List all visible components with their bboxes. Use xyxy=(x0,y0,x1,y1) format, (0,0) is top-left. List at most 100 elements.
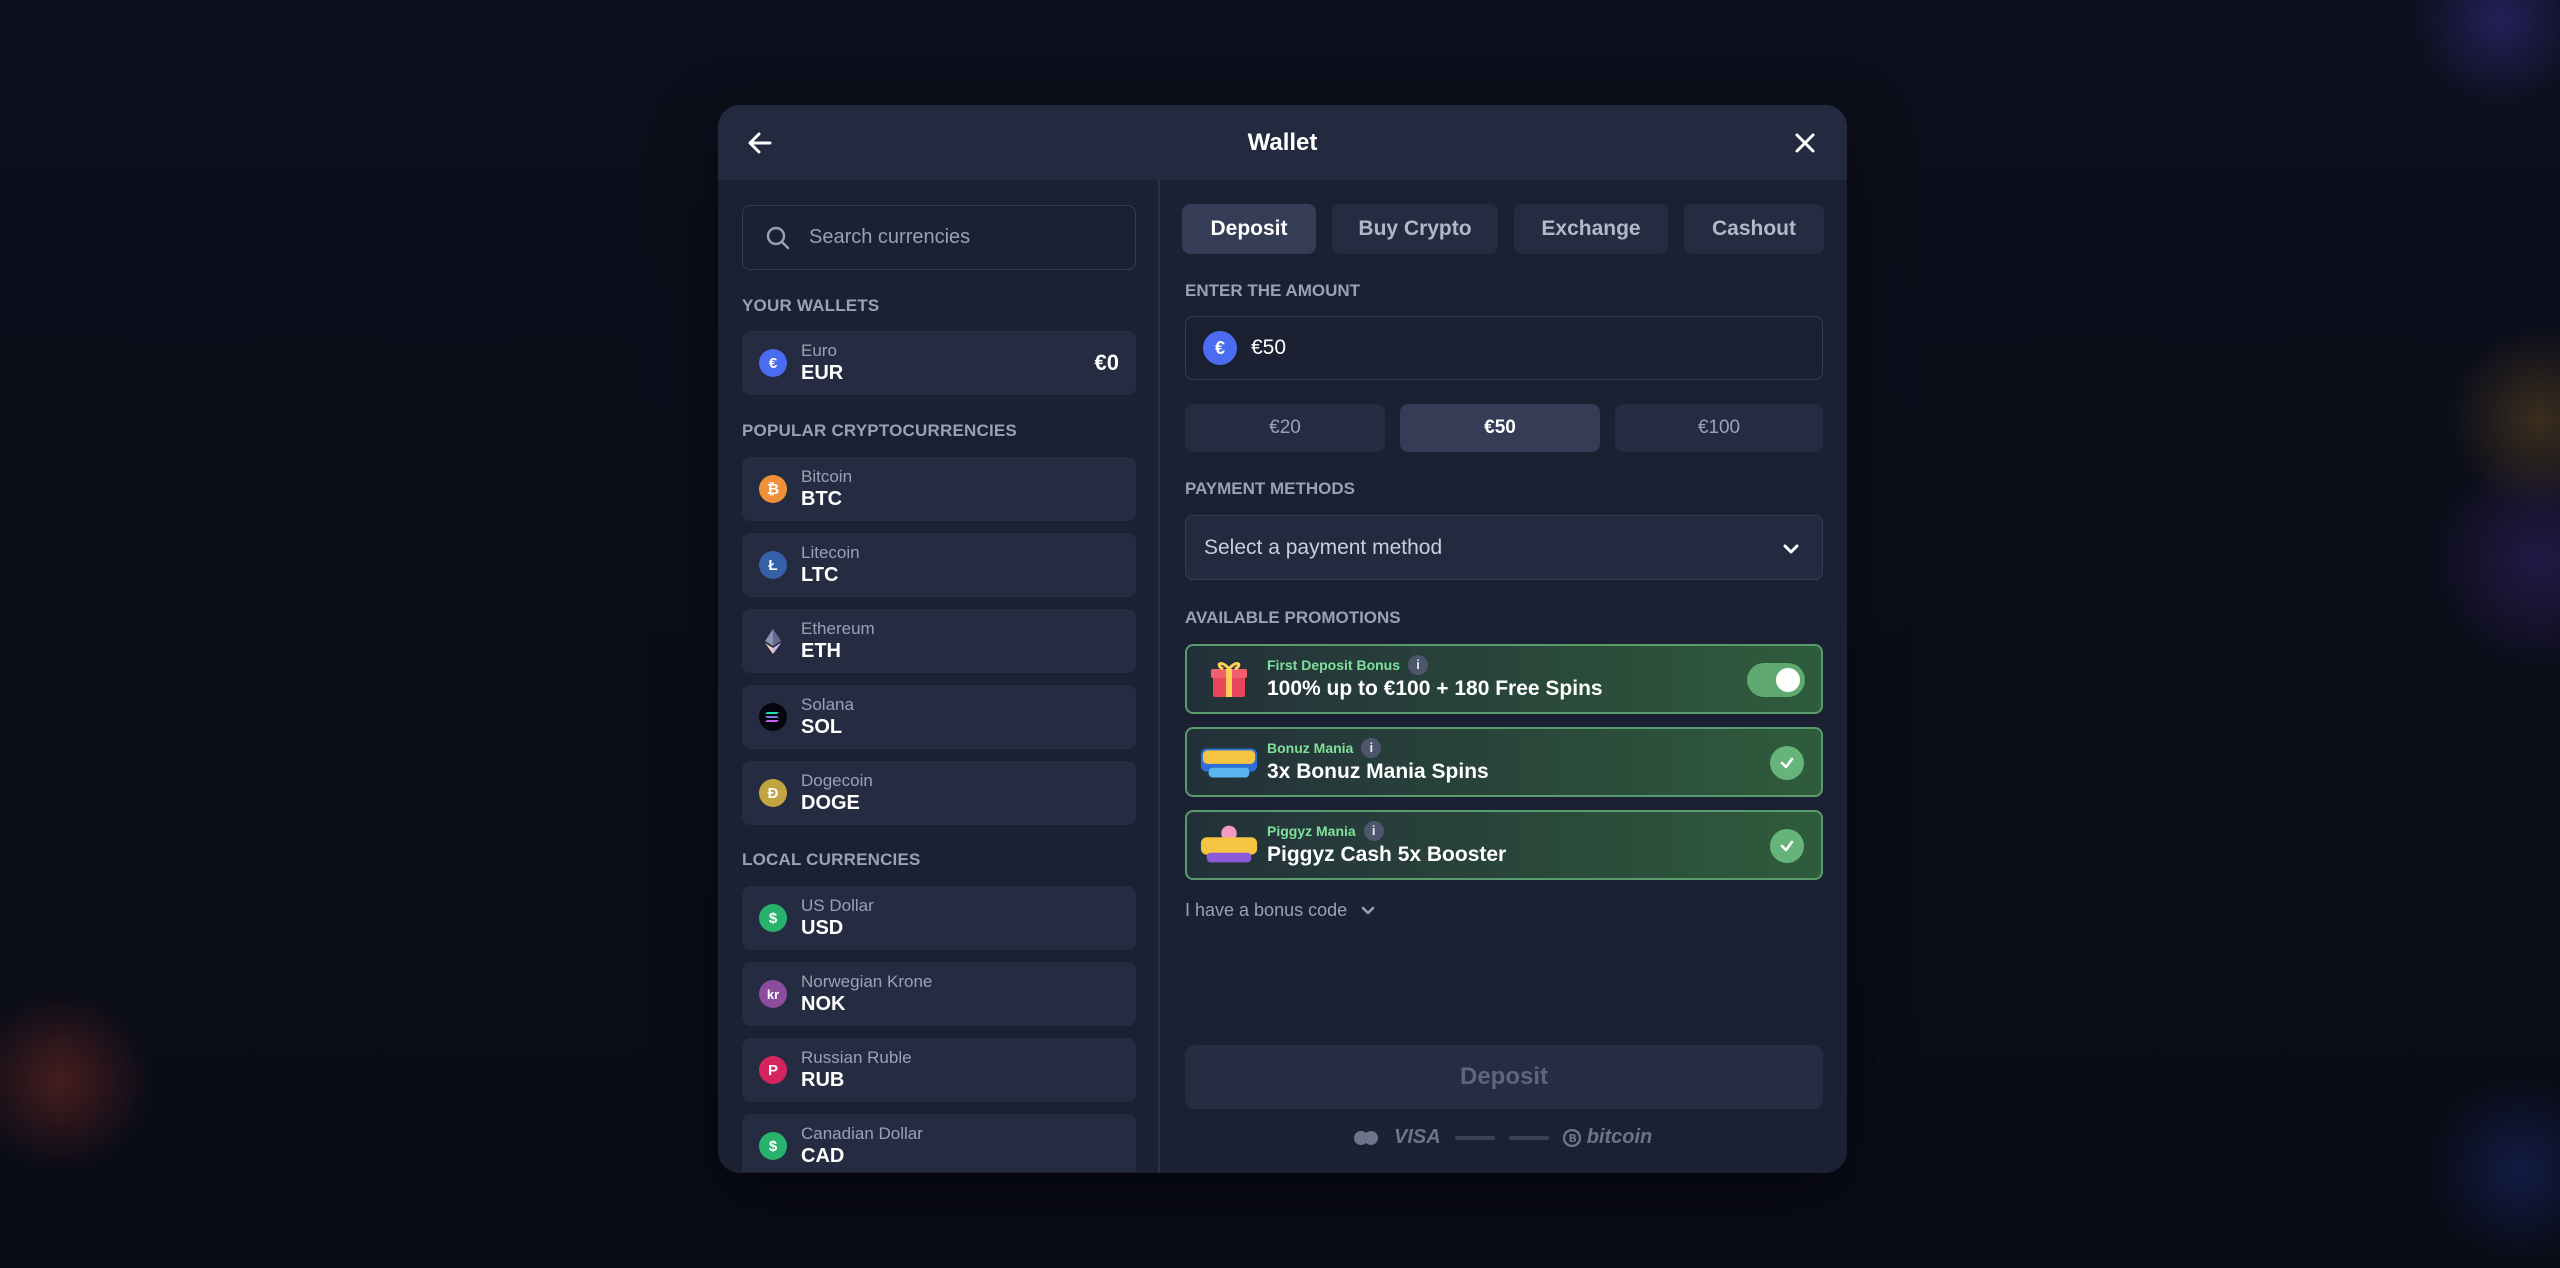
currency-name: Norwegian Krone xyxy=(801,971,933,991)
promo-piggyz-mania: Piggyz Mania i Piggyz Cash 5x Booster xyxy=(1185,810,1823,880)
bonus-code-toggle[interactable]: I have a bonus code xyxy=(1185,900,1377,921)
modal-header: Wallet xyxy=(718,105,1847,180)
back-arrow-icon[interactable] xyxy=(744,127,776,159)
promo-title: Piggyz Cash 5x Booster xyxy=(1267,843,1507,867)
chevron-down-icon xyxy=(1783,544,1799,554)
currency-item-eth[interactable]: Ethereum ETH xyxy=(742,609,1136,673)
litecoin-icon: Ł xyxy=(759,551,787,579)
local-currencies-heading: LOCAL CURRENCIES xyxy=(742,850,921,869)
promo-toggle[interactable] xyxy=(1747,663,1805,697)
currency-name: Bitcoin xyxy=(801,466,853,486)
promo-bonuz-mania: Bonuz Mania i 3x Bonuz Mania Spins xyxy=(1185,727,1823,797)
currency-code: EUR xyxy=(801,362,844,385)
tab-buy-crypto[interactable]: Buy Crypto xyxy=(1332,204,1498,254)
promotions-label: AVAILABLE PROMOTIONS xyxy=(1185,608,1401,627)
currency-name: Litecoin xyxy=(801,542,860,562)
dollar-icon: $ xyxy=(759,904,787,932)
currency-name: US Dollar xyxy=(801,895,874,915)
payment-logo-faint xyxy=(1508,1135,1549,1140)
promo-tag: First Deposit Bonus xyxy=(1267,657,1401,674)
promo-title: 100% up to €100 + 180 Free Spins xyxy=(1267,677,1603,701)
amount-value: €50 xyxy=(1251,336,1287,359)
bonus-code-label: I have a bonus code xyxy=(1185,900,1348,920)
svg-text:B: B xyxy=(1568,1132,1576,1145)
currency-code: USD xyxy=(801,917,844,940)
piggyz-mania-logo-icon xyxy=(1199,815,1259,875)
promo-tag: Piggyz Mania xyxy=(1267,823,1356,840)
your-wallets-heading: YOUR WALLETS xyxy=(742,296,880,315)
promo-check[interactable] xyxy=(1770,829,1804,863)
chevron-down-icon xyxy=(1361,906,1375,914)
quick-amount-50[interactable]: €50 xyxy=(1400,404,1600,452)
tab-cashout[interactable]: Cashout xyxy=(1684,204,1824,254)
euro-icon: € xyxy=(759,349,787,377)
currency-code: DOGE xyxy=(801,792,860,815)
close-icon[interactable] xyxy=(1791,129,1819,157)
column-divider xyxy=(1158,180,1160,1173)
payment-logo-faint xyxy=(1454,1135,1495,1140)
tab-exchange[interactable]: Exchange xyxy=(1514,204,1668,254)
currency-name: Solana xyxy=(801,694,854,714)
payment-methods-label: PAYMENT METHODS xyxy=(1185,479,1356,498)
currency-name: Canadian Dollar xyxy=(801,1123,923,1143)
promo-title: 3x Bonuz Mania Spins xyxy=(1267,760,1489,784)
visa-logo: VISA xyxy=(1394,1126,1441,1148)
dollar-icon: $ xyxy=(759,1132,787,1160)
search-icon xyxy=(766,226,790,249)
quick-amount-20[interactable]: €20 xyxy=(1185,404,1385,452)
dogecoin-icon: Ð xyxy=(759,779,787,807)
currency-item-btc[interactable]: ₿ Bitcoin BTC xyxy=(742,457,1136,521)
currency-name: Dogecoin xyxy=(801,770,873,790)
currency-code: CAD xyxy=(801,1145,845,1168)
checkmark-icon xyxy=(1780,840,1794,852)
payment-method-select[interactable]: Select a payment method xyxy=(1185,515,1823,580)
tab-deposit[interactable]: Deposit xyxy=(1182,204,1316,254)
bitcoin-wordmark: bitcoin xyxy=(1586,1126,1653,1148)
quick-amount-100[interactable]: €100 xyxy=(1615,404,1823,452)
wallet-item-eur[interactable]: € Euro EUR €0 xyxy=(742,331,1136,395)
ethereum-icon xyxy=(765,629,781,654)
currency-item-doge[interactable]: Ð Dogecoin DOGE xyxy=(742,761,1136,825)
currency-item-sol[interactable]: Solana SOL xyxy=(742,685,1136,749)
bitcoin-logo: B bitcoin xyxy=(1562,1126,1653,1149)
currency-item-usd[interactable]: $ US Dollar USD xyxy=(742,886,1136,950)
currency-code: NOK xyxy=(801,993,846,1016)
currency-name: Euro xyxy=(801,340,837,360)
currency-name: Ethereum xyxy=(801,618,875,638)
info-icon[interactable]: i xyxy=(1408,655,1429,676)
solana-icon xyxy=(759,703,787,731)
info-icon[interactable]: i xyxy=(1363,821,1384,842)
clip-cad: $ Canadian Dollar CAD xyxy=(742,1114,1136,1172)
payment-method-placeholder: Select a payment method xyxy=(1204,535,1443,559)
currency-code: RUB xyxy=(801,1069,845,1092)
info-icon[interactable]: i xyxy=(1361,738,1382,759)
promo-check[interactable] xyxy=(1770,746,1804,780)
amount-input[interactable]: € €50 xyxy=(1185,316,1823,380)
currency-code: BTC xyxy=(801,488,843,511)
ruble-icon: P xyxy=(759,1056,787,1084)
search-field[interactable] xyxy=(742,205,1136,270)
currency-item-rub[interactable]: P Russian Ruble RUB xyxy=(742,1038,1136,1102)
currency-item-nok[interactable]: kr Norwegian Krone NOK xyxy=(742,962,1136,1026)
bitcoin-icon: ₿ xyxy=(759,475,787,503)
currency-code: LTC xyxy=(801,564,839,587)
krone-icon: kr xyxy=(759,980,787,1008)
promo-first-deposit: First Deposit Bonus i 100% up to €100 + … xyxy=(1185,644,1823,714)
checkmark-icon xyxy=(1780,757,1794,769)
wallet-balance: €0 xyxy=(1094,350,1119,375)
currency-name: Russian Ruble xyxy=(801,1047,912,1067)
wallet-tabs: Deposit Buy Crypto Exchange Cashout xyxy=(1182,204,1824,254)
euro-icon: € xyxy=(1203,331,1237,365)
search-input[interactable] xyxy=(809,226,1109,249)
gift-icon xyxy=(1199,649,1259,709)
currency-item-ltc[interactable]: Ł Litecoin LTC xyxy=(742,533,1136,597)
card-icon xyxy=(1352,1130,1380,1146)
bonuz-mania-logo-icon xyxy=(1199,732,1259,792)
popular-crypto-heading: POPULAR CRYPTOCURRENCIES xyxy=(742,421,1017,440)
amount-label: ENTER THE AMOUNT xyxy=(1185,281,1361,300)
deposit-button[interactable]: Deposit xyxy=(1185,1045,1823,1109)
payment-logos: VISA B bitcoin xyxy=(1352,1126,1652,1149)
modal-title: Wallet xyxy=(1247,128,1318,156)
currency-code: SOL xyxy=(801,716,843,739)
currency-item-cad[interactable]: $ Canadian Dollar CAD xyxy=(742,1114,1136,1172)
